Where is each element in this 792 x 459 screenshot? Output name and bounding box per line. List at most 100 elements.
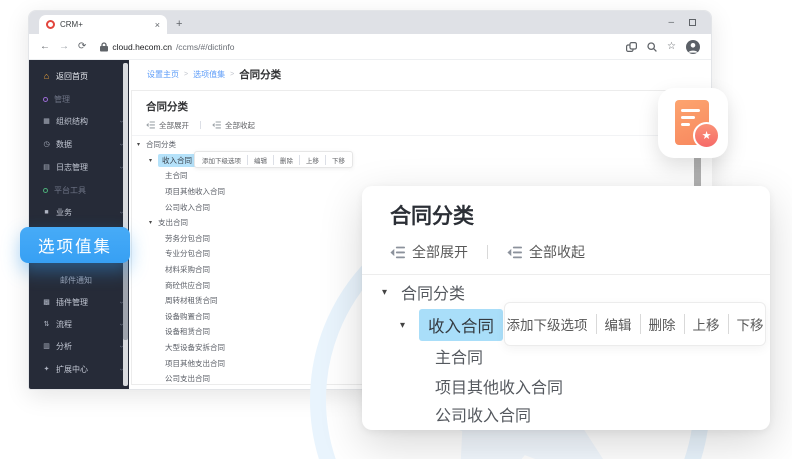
url-field[interactable]: cloud.hecom.cn/ccms/#/dictinfo	[100, 42, 234, 52]
menu-item-move-up[interactable]: 上移	[299, 155, 319, 165]
tab-close-icon[interactable]: ×	[155, 20, 160, 30]
extension-center-icon: ✦	[42, 365, 51, 373]
sidebar-item-plugin-management[interactable]: ▩插件管理›	[29, 294, 129, 310]
expand-all-button[interactable]: 全部展开	[159, 120, 189, 131]
tree-node-label[interactable]: 公司收入合同	[435, 402, 531, 426]
sidebar-item-mail-notification[interactable]: 邮件通知	[29, 272, 129, 288]
tree-node-label[interactable]: 周转材租赁合同	[165, 295, 218, 306]
sidebar-item-data[interactable]: ◷数据›	[29, 136, 129, 152]
tree-node-label[interactable]: 材料采购合同	[165, 264, 210, 275]
sidebar-item-analysis[interactable]: ▥分析›	[29, 338, 129, 354]
collapse-all-button[interactable]: 全部收起	[529, 242, 585, 262]
tree-node-label[interactable]: 设备租赁合同	[165, 326, 210, 337]
toolbar-separator	[200, 121, 201, 129]
tree-node-label[interactable]: 公司支出合同	[165, 373, 210, 384]
sidebar-scrollbar-thumb[interactable]	[123, 258, 128, 340]
menu-item-move-down[interactable]: 下移	[728, 314, 764, 334]
panel-toolbar: 全部展开 全部收起	[390, 242, 585, 262]
menu-item-move-down[interactable]: 下移	[325, 155, 345, 165]
tree-node-label[interactable]: 大型设备安拆合同	[165, 342, 225, 353]
breadcrumb-separator: >	[184, 71, 188, 78]
tree-node-label[interactable]: 商砼供应合同	[165, 280, 210, 291]
tree-node-label[interactable]: 项目其他收入合同	[435, 374, 563, 398]
tree-row[interactable]: 主合同	[132, 168, 712, 184]
collapse-all-button[interactable]: 全部收起	[225, 120, 255, 131]
profile-avatar[interactable]	[686, 40, 700, 54]
sidebar-section-admin[interactable]: 管理	[29, 91, 129, 107]
tree-context-menu: 添加下级选项 编辑 删除 上移 下移	[504, 302, 766, 346]
page-canvas: CRM+ × + – ← → ⟳ cloud.hecom.cn/ccms/#/d…	[0, 0, 792, 459]
breadcrumb: 设置主页 > 选项值集 > 合同分类	[147, 66, 281, 82]
tree-node-label[interactable]: 合同分类	[146, 139, 176, 150]
new-tab-button[interactable]: +	[176, 18, 182, 30]
menu-item-add-suboption[interactable]: 添加下级选项	[202, 155, 241, 165]
address-bar: ← → ⟳ cloud.hecom.cn/ccms/#/dictinfo ☆	[29, 34, 711, 60]
sidebar-item-extension-center[interactable]: ✦扩展中心›	[29, 361, 129, 377]
tree-node-label[interactable]: 公司收入合同	[165, 202, 210, 213]
tree-node-label[interactable]: 主合同	[435, 344, 483, 368]
star-glyph: ★	[702, 129, 712, 142]
analysis-icon: ▥	[42, 342, 51, 350]
sidebar-item-business[interactable]: ■业务›	[29, 204, 129, 220]
tree-row[interactable]: 公司收入合同	[435, 400, 531, 428]
sidebar-item-log-management[interactable]: ▤日志管理›	[29, 159, 129, 175]
back-icon[interactable]: ←	[40, 41, 50, 52]
section-dot-icon	[43, 188, 48, 193]
tree-node-selected[interactable]: 收入合同	[158, 154, 196, 167]
expand-arrow-icon: ▾	[149, 157, 158, 164]
sidebar-item-label: 邮件通知	[60, 275, 92, 286]
breadcrumb-separator: >	[230, 71, 234, 78]
business-icon: ■	[42, 209, 51, 216]
tree-node-label[interactable]: 支出合同	[158, 217, 188, 228]
zoom-icon[interactable]	[647, 42, 657, 52]
menu-item-edit[interactable]: 编辑	[596, 314, 632, 334]
divider	[132, 135, 712, 136]
menu-item-edit[interactable]: 编辑	[247, 155, 267, 165]
url-path: /ccms/#/dictinfo	[176, 42, 235, 52]
reload-icon[interactable]: ⟳	[78, 41, 86, 52]
breadcrumb-link-settings-home[interactable]: 设置主页	[147, 69, 179, 80]
data-icon: ◷	[42, 140, 51, 148]
menu-item-add-suboption[interactable]: 添加下级选项	[507, 314, 588, 334]
forward-icon[interactable]: →	[59, 41, 69, 52]
tree-node-label[interactable]: 设备购置合同	[165, 311, 210, 322]
tab-title: CRM+	[60, 20, 150, 29]
plugin-icon: ▩	[42, 298, 51, 306]
sidebar-item-label: 业务	[56, 207, 72, 218]
divider	[362, 274, 770, 275]
minimize-button[interactable]: –	[668, 18, 674, 28]
tree-row[interactable]: 项目其他收入合同	[435, 372, 563, 400]
maximize-button[interactable]	[689, 19, 696, 26]
expand-arrow-icon: ▾	[149, 219, 158, 226]
expand-arrow-icon: ▾	[382, 287, 401, 298]
tree-node-label[interactable]: 主合同	[165, 170, 188, 181]
sidebar-item-org-structure[interactable]: ▦组织结构›	[29, 113, 129, 129]
browser-tab[interactable]: CRM+ ×	[39, 15, 167, 34]
sidebar-item-home[interactable]: ⌂返回首页	[29, 68, 129, 84]
tree-node-label[interactable]: 专业分包合同	[165, 248, 210, 259]
org-structure-icon: ▦	[42, 117, 51, 125]
send-to-devices-icon[interactable]	[626, 42, 637, 52]
sidebar-section-platform-tools[interactable]: 平台工具	[29, 182, 129, 198]
section-dot-icon	[43, 97, 48, 102]
tree-node-label[interactable]: 劳务分包合同	[165, 233, 210, 244]
tree-node-label[interactable]: 项目其他收入合同	[165, 186, 225, 197]
tree-node-selected[interactable]: 收入合同	[419, 309, 503, 341]
bookmark-star-icon[interactable]: ☆	[667, 41, 676, 52]
tree-row[interactable]: ▾ 收入合同 添加下级选项 编辑 删除 上移 下移	[132, 153, 712, 169]
tree-row[interactable]: 主合同	[435, 342, 483, 370]
tree-node-label[interactable]: 项目其他支出合同	[165, 358, 225, 369]
expand-all-button[interactable]: 全部展开	[412, 242, 468, 262]
tree-node-label[interactable]: 合同分类	[401, 280, 465, 304]
menu-item-move-up[interactable]: 上移	[684, 314, 720, 334]
menu-item-delete[interactable]: 删除	[640, 314, 676, 334]
page-title: 合同分类	[146, 99, 188, 114]
toolbar-separator	[487, 245, 488, 259]
breadcrumb-link-option-value-set[interactable]: 选项值集	[193, 69, 225, 80]
tree-row[interactable]: ▾ 收入合同	[400, 308, 503, 342]
crm-logo-icon	[46, 20, 55, 29]
tree-row[interactable]: ▾ 合同分类	[382, 278, 465, 306]
option-value-set-callout[interactable]: 选项值集	[20, 227, 130, 263]
menu-item-delete[interactable]: 删除	[273, 155, 293, 165]
sidebar-item-flow[interactable]: ⇅流程›	[29, 316, 129, 332]
